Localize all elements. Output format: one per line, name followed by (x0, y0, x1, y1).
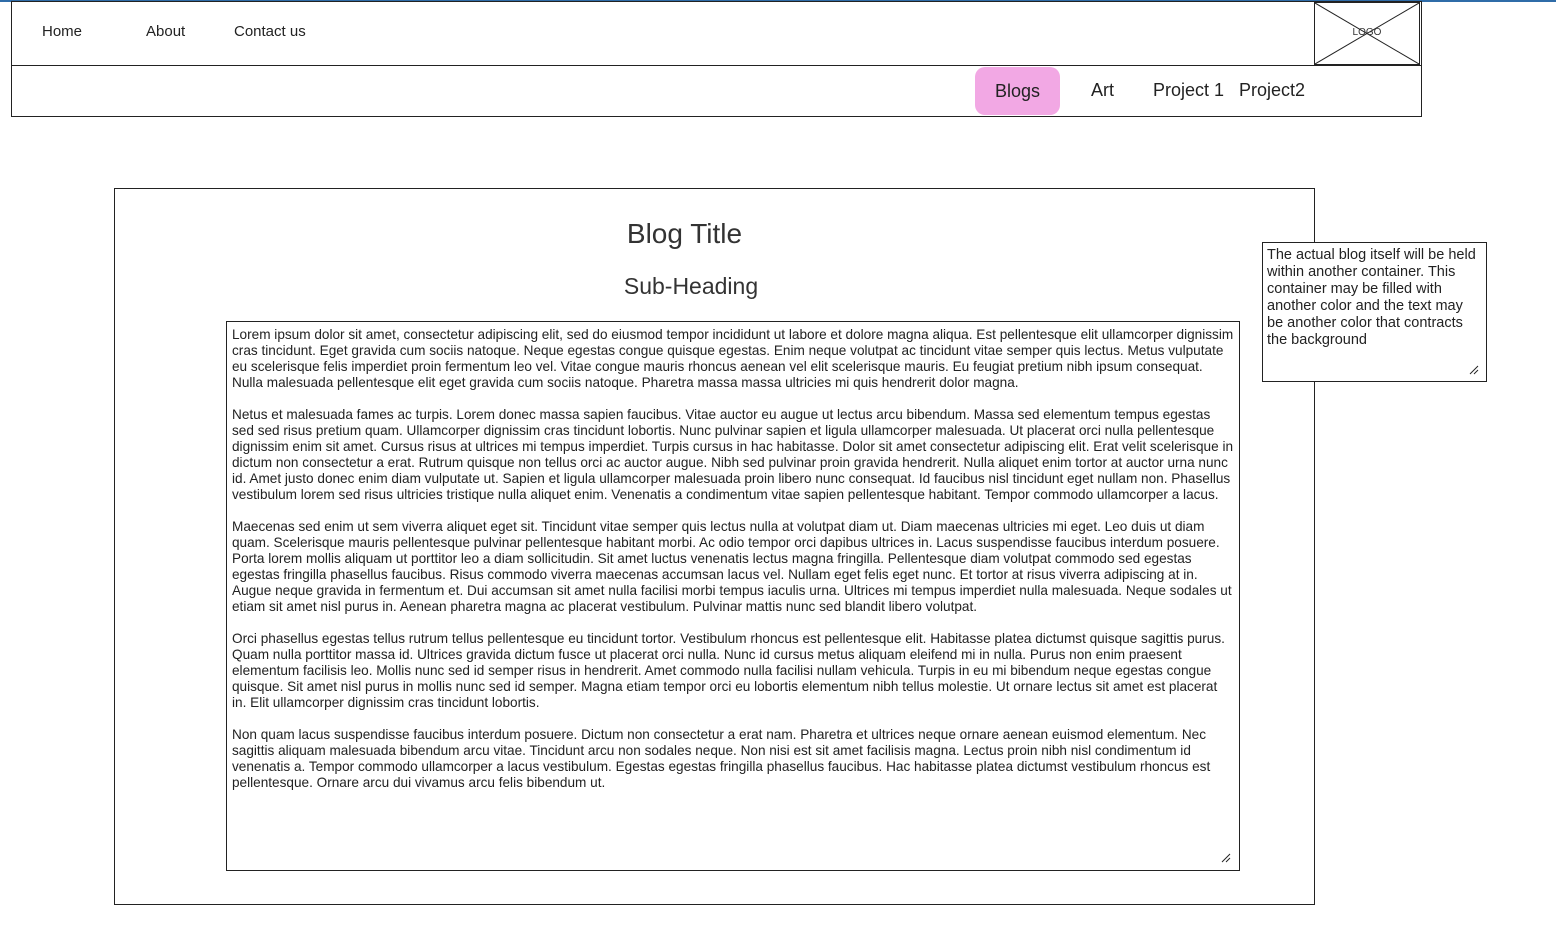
nav-about-link[interactable]: About (146, 23, 185, 40)
subnav-project1-tab[interactable]: Project 1 (1153, 66, 1224, 115)
note-resize-grip-icon[interactable] (1469, 365, 1479, 375)
blog-paragraph: Orci phasellus egestas tellus rutrum tel… (232, 631, 1225, 710)
blog-body-textarea[interactable]: Lorem ipsum dolor sit amet, consectetur … (226, 321, 1240, 871)
blog-paragraph: Maecenas sed enim ut sem viverra aliquet… (232, 519, 1232, 614)
annotation-note[interactable]: The actual blog itself will be held with… (1262, 242, 1487, 382)
blog-resize-grip-icon[interactable] (1221, 853, 1231, 863)
subnav-project2-tab[interactable]: Project2 (1239, 66, 1305, 115)
subnav-art-tab[interactable]: Art (1091, 66, 1114, 115)
blog-paragraph: Non quam lacus suspendisse faucibus inte… (232, 727, 1211, 790)
nav-contact-link[interactable]: Contact us (234, 23, 306, 40)
blog-paragraph: Lorem ipsum dolor sit amet, consectetur … (232, 327, 1234, 390)
blog-paragraph: Netus et malesuada fames ac turpis. Lore… (232, 407, 1234, 502)
subnav-blogs-tab[interactable]: Blogs (975, 67, 1061, 115)
nav-home-link[interactable]: Home (42, 23, 82, 40)
logo-placeholder[interactable]: LOGO (1314, 2, 1420, 65)
blog-subheading: Sub-Heading (623, 273, 759, 299)
logo-label: LOGO (1352, 27, 1382, 38)
annotation-note-text: The actual blog itself will be held with… (1267, 247, 1476, 348)
blog-title: Blog Title (626, 218, 743, 249)
